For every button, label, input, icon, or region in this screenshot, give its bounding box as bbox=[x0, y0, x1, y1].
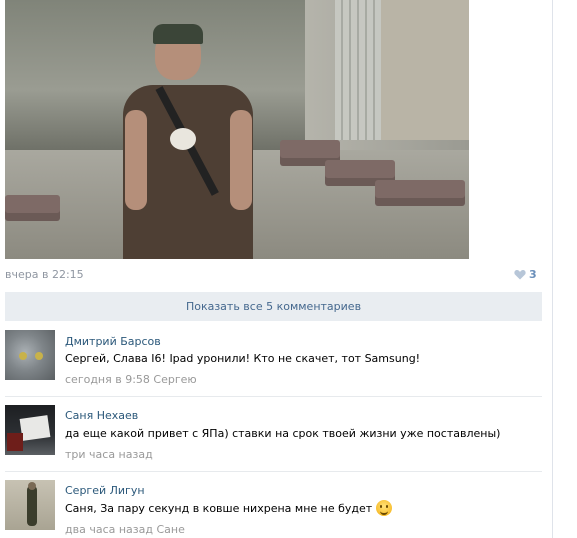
photo-seat bbox=[5, 195, 60, 221]
show-all-comments-label: Показать все 5 комментариев bbox=[185, 300, 362, 313]
photo-person-arm bbox=[230, 110, 252, 210]
avatar-figure-head bbox=[28, 482, 36, 490]
like-count: 3 bbox=[529, 268, 537, 281]
comment-text-body: Саня, За пару секунд в ковше нихрена мне… bbox=[65, 502, 373, 515]
post-date[interactable]: вчера в 22:15 bbox=[5, 268, 84, 281]
comment-author[interactable]: Саня Нехаев bbox=[65, 409, 138, 422]
comment-text: Сергей, Слава I6! Ipad уронили! Кто не с… bbox=[65, 352, 421, 365]
show-all-comments-button[interactable]: Показать все 5 комментариев bbox=[5, 292, 542, 321]
comment-meta[interactable]: два часа назад Сане bbox=[65, 523, 185, 536]
heart-icon bbox=[514, 270, 526, 280]
comment-divider bbox=[5, 396, 542, 397]
avatar-paper bbox=[19, 415, 51, 441]
page-right-border bbox=[552, 0, 553, 538]
like-button[interactable]: 3 bbox=[514, 268, 537, 281]
avatar[interactable] bbox=[5, 330, 55, 380]
photo-brick-wall bbox=[381, 0, 469, 140]
photo-skull-print bbox=[170, 128, 196, 150]
comment-meta[interactable]: сегодня в 9:58 Сергею bbox=[65, 373, 197, 386]
photo-window bbox=[335, 0, 381, 140]
comment-text: да еще какой привет с ЯПа) ставки на сро… bbox=[65, 427, 501, 440]
avatar-figure bbox=[27, 486, 37, 526]
photo-person-cap bbox=[153, 24, 203, 44]
photo-seat bbox=[375, 180, 465, 206]
avatar[interactable] bbox=[5, 480, 55, 530]
comment-divider bbox=[5, 471, 542, 472]
avatar-chair bbox=[7, 433, 23, 451]
comment-meta[interactable]: три часа назад bbox=[65, 448, 153, 461]
cat-eye bbox=[35, 352, 43, 360]
cat-eye bbox=[19, 352, 27, 360]
comment-text: Саня, За пару секунд в ковше нихрена мне… bbox=[65, 500, 393, 516]
photo-person-arm bbox=[125, 110, 147, 210]
avatar[interactable] bbox=[5, 405, 55, 455]
comment-author[interactable]: Сергей Лигун bbox=[65, 484, 145, 497]
comment-author[interactable]: Дмитрий Барсов bbox=[65, 335, 161, 348]
post-photo[interactable] bbox=[5, 0, 469, 259]
smile-emoji-icon bbox=[376, 500, 393, 516]
